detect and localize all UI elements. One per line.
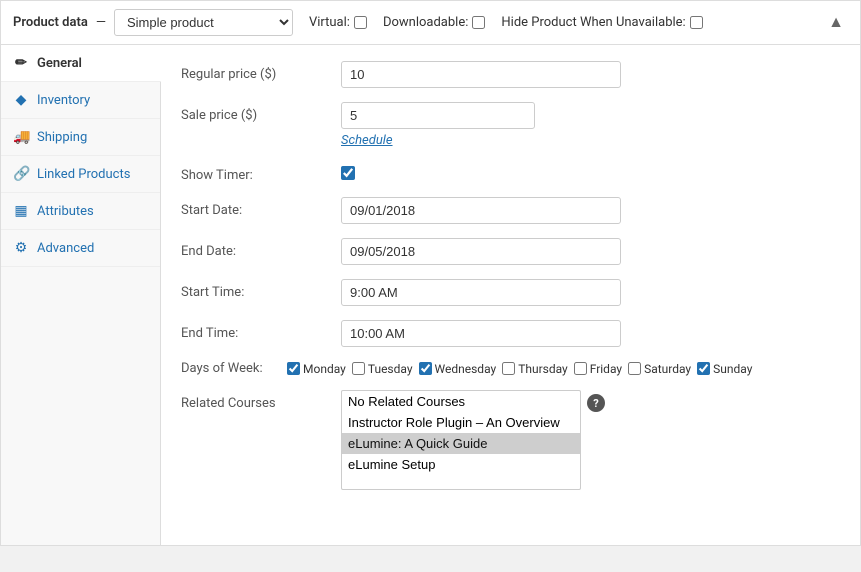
wednesday-checkbox[interactable] xyxy=(419,362,432,375)
end-date-row: End Date: xyxy=(181,238,840,265)
sidebar-item-advanced[interactable]: ⚙ Advanced xyxy=(1,230,160,267)
sidebar-item-shipping[interactable]: 🚚 Shipping xyxy=(1,119,160,156)
friday-label: Friday xyxy=(590,362,622,376)
day-monday[interactable]: Monday xyxy=(287,362,346,376)
regular-price-row: Regular price ($) xyxy=(181,61,840,88)
day-sunday[interactable]: Sunday xyxy=(697,362,752,376)
day-friday[interactable]: Friday xyxy=(574,362,622,376)
hide-label: Hide Product When Unavailable: xyxy=(501,15,685,30)
virtual-label: Virtual: xyxy=(309,15,350,30)
show-timer-checkbox[interactable] xyxy=(341,166,355,180)
sidebar-label-advanced: Advanced xyxy=(37,241,94,256)
sunday-checkbox[interactable] xyxy=(697,362,710,375)
end-date-label: End Date: xyxy=(181,238,341,259)
sale-price-wrapper: Schedule xyxy=(341,102,535,148)
days-of-week-label: Days of Week: xyxy=(181,361,281,376)
related-courses-select[interactable]: No Related Courses Instructor Role Plugi… xyxy=(341,390,581,490)
tuesday-label: Tuesday xyxy=(368,362,413,376)
sidebar: ✏ General ◆ Inventory 🚚 Shipping 🔗 Linke… xyxy=(1,45,161,545)
sidebar-item-attributes[interactable]: ▦ Attributes xyxy=(1,193,160,230)
option-instructor-role[interactable]: Instructor Role Plugin – An Overview xyxy=(342,412,580,433)
friday-checkbox[interactable] xyxy=(574,362,587,375)
end-date-input[interactable] xyxy=(341,238,621,265)
linked-products-icon: 🔗 xyxy=(13,166,29,182)
wednesday-label: Wednesday xyxy=(435,362,497,376)
start-date-label: Start Date: xyxy=(181,197,341,218)
related-courses-wrapper: No Related Courses Instructor Role Plugi… xyxy=(341,390,605,490)
sale-price-row: Sale price ($) Schedule xyxy=(181,102,840,148)
header-dash: — xyxy=(96,15,106,30)
sidebar-label-shipping: Shipping xyxy=(37,130,87,145)
content-panel: Regular price ($) Sale price ($) Schedul… xyxy=(161,45,860,545)
downloadable-checkbox[interactable] xyxy=(472,16,485,29)
thursday-checkbox[interactable] xyxy=(502,362,515,375)
shipping-icon: 🚚 xyxy=(13,129,29,145)
day-wednesday[interactable]: Wednesday xyxy=(419,362,497,376)
saturday-label: Saturday xyxy=(644,362,691,376)
schedule-link[interactable]: Schedule xyxy=(341,133,535,148)
monday-label: Monday xyxy=(303,362,346,376)
sidebar-item-general[interactable]: ✏ General xyxy=(1,45,161,82)
day-saturday[interactable]: Saturday xyxy=(628,362,691,376)
show-timer-row: Show Timer: xyxy=(181,162,840,183)
option-elumine-setup[interactable]: eLumine Setup xyxy=(342,454,580,475)
virtual-checkbox[interactable] xyxy=(354,16,367,29)
attributes-icon: ▦ xyxy=(13,203,29,219)
end-time-input[interactable] xyxy=(341,320,621,347)
tuesday-checkbox[interactable] xyxy=(352,362,365,375)
show-timer-checkbox-area xyxy=(341,162,355,180)
show-timer-label: Show Timer: xyxy=(181,162,341,183)
advanced-icon: ⚙ xyxy=(13,240,29,256)
sidebar-label-general: General xyxy=(37,56,82,71)
related-courses-label: Related Courses xyxy=(181,390,341,411)
collapse-button[interactable]: ▲ xyxy=(824,14,848,32)
main-layout: ✏ General ◆ Inventory 🚚 Shipping 🔗 Linke… xyxy=(1,45,860,545)
help-icon[interactable]: ? xyxy=(587,394,605,412)
start-time-row: Start Time: xyxy=(181,279,840,306)
sidebar-item-inventory[interactable]: ◆ Inventory xyxy=(1,82,160,119)
sidebar-label-attributes: Attributes xyxy=(37,204,94,219)
sale-price-input[interactable] xyxy=(341,102,535,129)
hide-checkbox[interactable] xyxy=(690,16,703,29)
related-courses-row: Related Courses No Related Courses Instr… xyxy=(181,390,840,490)
virtual-option[interactable]: Virtual: xyxy=(309,15,367,30)
product-data-title: Product data xyxy=(13,15,88,30)
start-time-label: Start Time: xyxy=(181,279,341,300)
end-time-row: End Time: xyxy=(181,320,840,347)
downloadable-option[interactable]: Downloadable: xyxy=(383,15,485,30)
general-icon: ✏ xyxy=(13,55,29,71)
sunday-label: Sunday xyxy=(713,362,752,376)
option-elumine-quick-guide[interactable]: eLumine: A Quick Guide xyxy=(342,433,580,454)
regular-price-label: Regular price ($) xyxy=(181,61,341,82)
product-data-panel: Product data — Simple product Grouped pr… xyxy=(0,0,861,546)
hide-option[interactable]: Hide Product When Unavailable: xyxy=(501,15,702,30)
end-time-label: End Time: xyxy=(181,320,341,341)
start-date-input[interactable] xyxy=(341,197,621,224)
sale-price-label: Sale price ($) xyxy=(181,102,341,123)
regular-price-input[interactable] xyxy=(341,61,621,88)
sidebar-item-linked-products[interactable]: 🔗 Linked Products xyxy=(1,156,160,193)
sidebar-label-inventory: Inventory xyxy=(37,93,90,108)
day-thursday[interactable]: Thursday xyxy=(502,362,568,376)
sidebar-label-linked-products: Linked Products xyxy=(37,167,130,182)
inventory-icon: ◆ xyxy=(13,92,29,108)
option-no-related[interactable]: No Related Courses xyxy=(342,391,580,412)
monday-checkbox[interactable] xyxy=(287,362,300,375)
day-tuesday[interactable]: Tuesday xyxy=(352,362,413,376)
saturday-checkbox[interactable] xyxy=(628,362,641,375)
product-type-select[interactable]: Simple product Grouped product External/… xyxy=(114,9,293,36)
product-data-header: Product data — Simple product Grouped pr… xyxy=(1,1,860,45)
start-time-input[interactable] xyxy=(341,279,621,306)
start-date-row: Start Date: xyxy=(181,197,840,224)
thursday-label: Thursday xyxy=(518,362,568,376)
downloadable-label: Downloadable: xyxy=(383,15,468,30)
days-of-week-row: Days of Week: Monday Tuesday Wednesday T… xyxy=(181,361,840,376)
header-options: Virtual: Downloadable: Hide Product When… xyxy=(309,15,703,30)
